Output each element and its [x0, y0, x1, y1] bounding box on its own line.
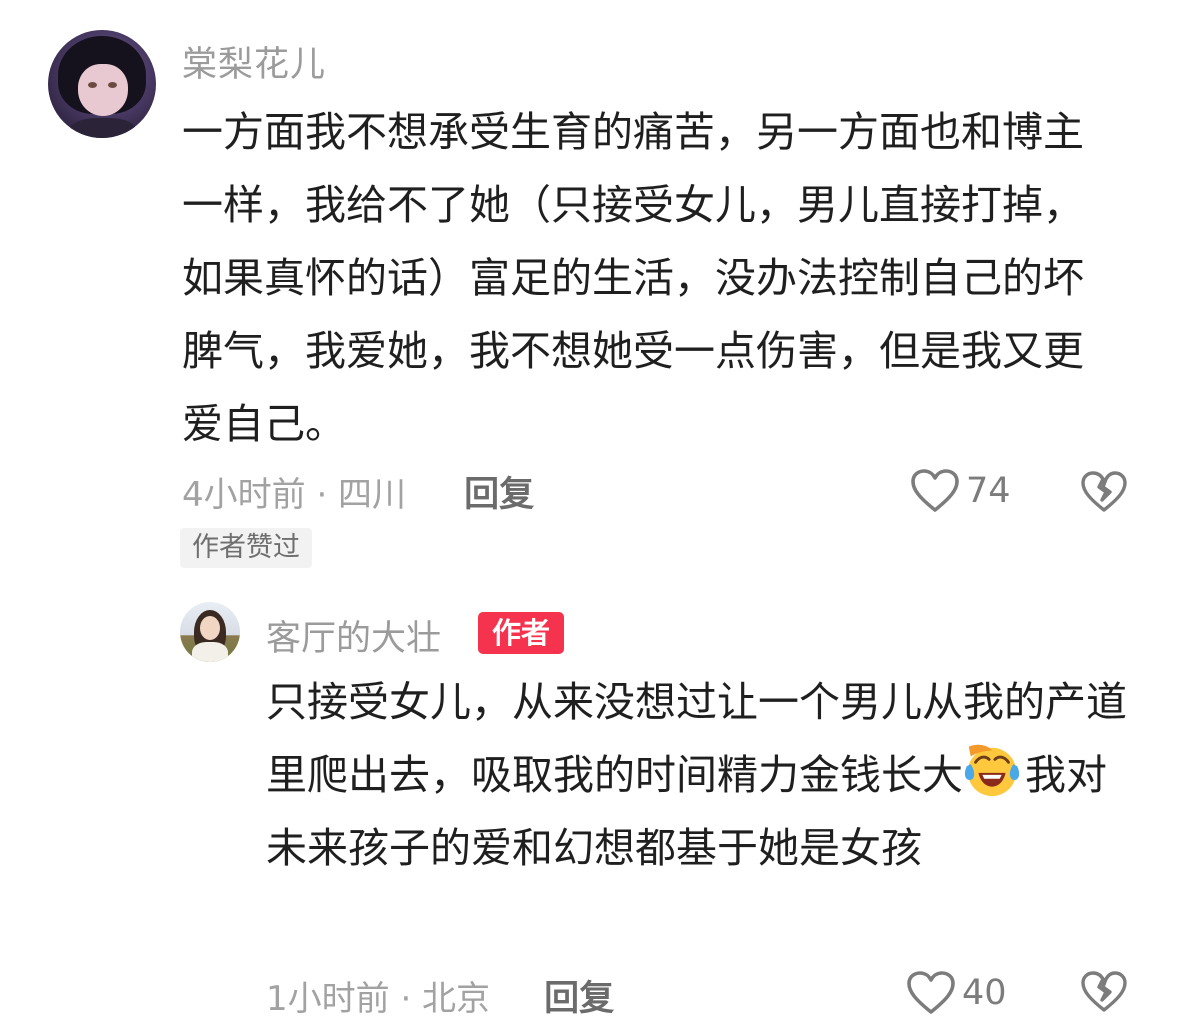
- comment-text: 一方面我不想承受生育的痛苦，另一方面也和博主一样，我给不了她（只接受女儿，男儿直…: [182, 108, 1084, 448]
- dislike-button[interactable]: [1080, 970, 1128, 1018]
- reply-meta: 1小时前 · 北京 回复: [266, 970, 614, 1020]
- dislike-button[interactable]: [1080, 470, 1128, 518]
- comment-meta: 4小时前 · 四川 回复: [182, 466, 534, 516]
- heart-outline-icon: [907, 971, 955, 1014]
- comment-time-location: 4小时前 · 四川: [182, 474, 407, 515]
- reply-username[interactable]: 客厅的大壮: [266, 610, 441, 661]
- reply-button[interactable]: 回复: [464, 466, 534, 517]
- face-with-tears-of-joy-icon: [964, 744, 1020, 797]
- reply-time-location: 1小时前 · 北京: [266, 978, 491, 1019]
- heart-outline-icon: [911, 469, 959, 512]
- like-count: 40: [962, 973, 1007, 1013]
- author-tag: 作者: [478, 612, 564, 654]
- like-button[interactable]: 40: [906, 970, 1007, 1016]
- avatar-face: [78, 64, 128, 116]
- avatar[interactable]: [48, 30, 156, 138]
- avatar-collar: [70, 118, 136, 138]
- avatar-eye: [108, 82, 117, 88]
- like-count: 74: [966, 471, 1011, 511]
- reply-avatar[interactable]: [180, 602, 240, 662]
- comment-item: 棠梨花儿 一方面我不想承受生育的痛苦，另一方面也和博主一样，我给不了她（只接受女…: [0, 0, 1179, 590]
- author-liked-badge: 作者赞过: [180, 528, 312, 568]
- comment-username[interactable]: 棠梨花儿: [182, 36, 326, 87]
- reply-text: 只接受女儿，从来没想过让一个男儿从我的产道里爬出去，吸取我的时间精力金钱长大 我…: [266, 666, 1146, 885]
- reply-button[interactable]: 回复: [544, 970, 614, 1021]
- reply-item: 客厅的大壮 作者 只接受女儿，从来没想过让一个男儿从我的产道里爬出去，吸取我的时…: [0, 590, 1179, 1034]
- avatar-eye: [88, 82, 97, 88]
- broken-heart-icon: [1081, 471, 1127, 512]
- avatar-body: [192, 642, 228, 662]
- broken-heart-icon: [1081, 971, 1127, 1012]
- avatar-face: [200, 616, 220, 640]
- like-button[interactable]: 74: [910, 468, 1011, 514]
